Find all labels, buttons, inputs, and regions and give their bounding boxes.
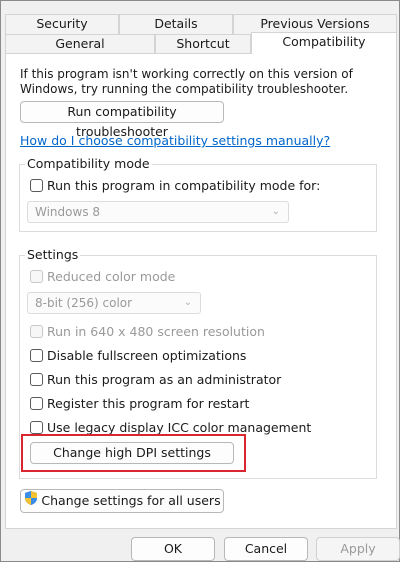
settings-label: Settings bbox=[25, 247, 81, 262]
register-restart-label: Register this program for restart bbox=[47, 395, 250, 411]
disable-fullscreen-label: Disable fullscreen optimizations bbox=[47, 347, 247, 363]
cancel-button[interactable]: Cancel bbox=[224, 537, 308, 561]
reduced-color-checkbox[interactable] bbox=[30, 269, 43, 283]
run-as-admin-option[interactable]: Run this program as an administrator bbox=[30, 371, 281, 387]
legacy-icc-checkbox[interactable] bbox=[30, 420, 43, 434]
register-restart-option[interactable]: Register this program for restart bbox=[30, 395, 249, 411]
run-640-option[interactable]: Run in 640 x 480 screen resolution bbox=[30, 323, 265, 339]
color-depth-select[interactable]: 8-bit (256) color ⌄ bbox=[27, 292, 201, 314]
run-as-admin-label: Run this program as an administrator bbox=[47, 371, 282, 387]
compatibility-mode-checkbox-label: Run this program in compatibility mode f… bbox=[47, 177, 321, 193]
chevron-down-icon: ⌄ bbox=[271, 206, 280, 217]
properties-dialog: Security Details Previous Versions Gener… bbox=[0, 0, 400, 562]
run-as-admin-checkbox[interactable] bbox=[30, 372, 43, 386]
tab-details[interactable]: Details bbox=[119, 14, 233, 34]
color-depth-select-value: 8-bit (256) color bbox=[35, 296, 133, 310]
run-troubleshooter-button[interactable]: Run compatibility troubleshooter bbox=[20, 101, 224, 139]
compatibility-mode-option[interactable]: Run this program in compatibility mode f… bbox=[30, 177, 320, 193]
change-all-users-button[interactable]: Change settings for all users bbox=[20, 489, 224, 513]
legacy-icc-label: Use legacy display ICC color management bbox=[47, 419, 312, 435]
tab-previous-versions[interactable]: Previous Versions bbox=[233, 14, 397, 34]
disable-fullscreen-option[interactable]: Disable fullscreen optimizations bbox=[30, 347, 246, 363]
reduced-color-label: Reduced color mode bbox=[47, 268, 176, 284]
intro-text: If this program isn't working correctly … bbox=[20, 67, 353, 96]
change-all-users-label: Change settings for all users bbox=[41, 493, 221, 508]
highlight-box bbox=[21, 434, 246, 472]
legacy-icc-option[interactable]: Use legacy display ICC color management bbox=[30, 419, 311, 435]
chevron-down-icon: ⌄ bbox=[183, 297, 192, 308]
reduced-color-option[interactable]: Reduced color mode bbox=[30, 268, 175, 284]
run-640-checkbox[interactable] bbox=[30, 324, 43, 338]
os-version-select-value: Windows 8 bbox=[35, 205, 101, 219]
help-link[interactable]: How do I choose compatibility settings m… bbox=[20, 133, 330, 148]
tab-shortcut[interactable]: Shortcut bbox=[155, 34, 251, 54]
compatibility-mode-label: Compatibility mode bbox=[25, 156, 152, 171]
tab-security[interactable]: Security bbox=[5, 14, 119, 34]
tab-general[interactable]: General bbox=[5, 34, 155, 54]
compatibility-mode-checkbox[interactable] bbox=[30, 178, 43, 192]
tab-compatibility[interactable]: Compatibility bbox=[251, 32, 397, 54]
uac-shield-icon bbox=[23, 490, 39, 513]
run-640-label: Run in 640 x 480 screen resolution bbox=[47, 323, 265, 339]
register-restart-checkbox[interactable] bbox=[30, 396, 43, 410]
apply-button[interactable]: Apply bbox=[316, 537, 400, 561]
os-version-select[interactable]: Windows 8 ⌄ bbox=[27, 201, 289, 223]
ok-button[interactable]: OK bbox=[131, 537, 215, 561]
disable-fullscreen-checkbox[interactable] bbox=[30, 348, 43, 362]
